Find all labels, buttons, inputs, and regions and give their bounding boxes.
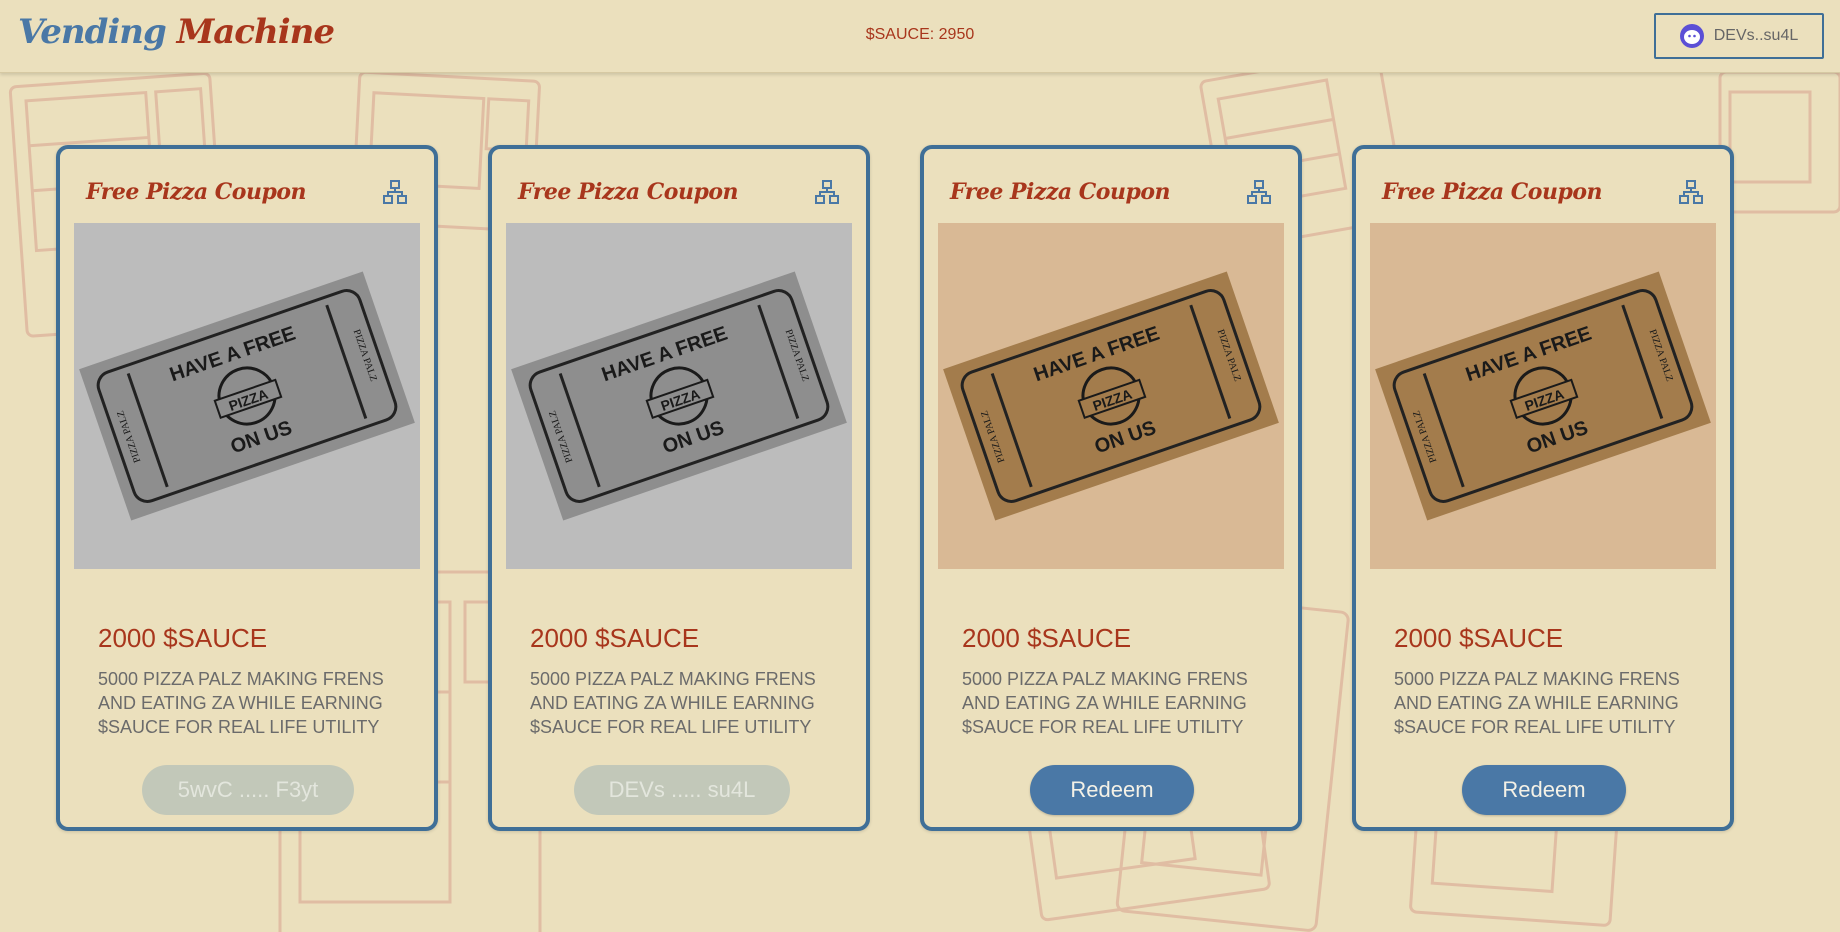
redeem-button[interactable]: Redeem [1462, 765, 1626, 815]
wallet-address-label: DEVs..su4L [1713, 27, 1799, 44]
card-price: 2000 $SAUCE [98, 623, 268, 653]
card-title: Free Pizza Coupon [518, 179, 739, 205]
card-price: 2000 $SAUCE [530, 623, 700, 653]
coupon-image: HAVE A FREE PIZZA ON US PIZZA PALZ PIZZA… [938, 223, 1284, 569]
pizza-coupon-ticket-illustration: HAVE A FREE PIZZA ON US PIZZA PALZ PIZZA… [79, 271, 415, 521]
coupon-image: HAVE A FREE PIZZA ON US PIZZA PALZ PIZZA… [74, 223, 420, 569]
card-title: Free Pizza Coupon [950, 179, 1171, 205]
wallet-avatar-icon [1679, 24, 1704, 48]
card-price: 2000 $SAUCE [1394, 623, 1564, 653]
network-icon[interactable] [382, 179, 408, 205]
card-description: 5000 PIZZA PALZ MAKING FRENS AND EATING … [530, 669, 816, 737]
card-title: Free Pizza Coupon [1382, 179, 1603, 205]
card-description: 5000 PIZZA PALZ MAKING FRENS AND EATING … [962, 669, 1248, 737]
sauce-balance: $SAUCE: 2950 [865, 26, 975, 43]
pizza-coupon-ticket-illustration: HAVE A FREE PIZZA ON US PIZZA PALZ PIZZA… [943, 271, 1279, 521]
coupon-card: Free Pizza Coupon HAVE A FREE PIZZA ON U… [1352, 145, 1734, 831]
pizza-coupon-ticket-illustration: HAVE A FREE PIZZA ON US PIZZA PALZ PIZZA… [511, 271, 847, 521]
owner-address-button[interactable]: 5wvC ..... F3yt [142, 765, 354, 815]
coupon-card: Free Pizza Coupon HAVE A FREE PIZZA ON U… [488, 145, 870, 831]
vending-machine-page: Vending Machine $SAUCE: 2950 DEVs..su4L … [0, 0, 1840, 932]
coupon-card: Free Pizza Coupon HAVE A FREE PIZZA ON U… [920, 145, 1302, 831]
network-icon[interactable] [1246, 179, 1272, 205]
coupon-card: Free Pizza Coupon HAVE A FREE PIZZA ON U… [56, 145, 438, 831]
card-description: 5000 PIZZA PALZ MAKING FRENS AND EATING … [98, 669, 384, 737]
owner-address-button[interactable]: DEVs ..... su4L [574, 765, 790, 815]
redeem-button[interactable]: Redeem [1030, 765, 1194, 815]
network-icon[interactable] [1678, 179, 1704, 205]
card-title: Free Pizza Coupon [86, 179, 307, 205]
card-price: 2000 $SAUCE [962, 623, 1132, 653]
pizza-coupon-ticket-illustration: HAVE A FREE PIZZA ON US PIZZA PALZ PIZZA… [1375, 271, 1711, 521]
top-navigation-bar: Vending Machine $SAUCE: 2950 DEVs..su4L [0, 0, 1840, 73]
coupon-image: HAVE A FREE PIZZA ON US PIZZA PALZ PIZZA… [1370, 223, 1716, 569]
network-icon[interactable] [814, 179, 840, 205]
coupon-image: HAVE A FREE PIZZA ON US PIZZA PALZ PIZZA… [506, 223, 852, 569]
wallet-button[interactable]: DEVs..su4L [1654, 13, 1824, 59]
card-description: 5000 PIZZA PALZ MAKING FRENS AND EATING … [1394, 669, 1680, 737]
